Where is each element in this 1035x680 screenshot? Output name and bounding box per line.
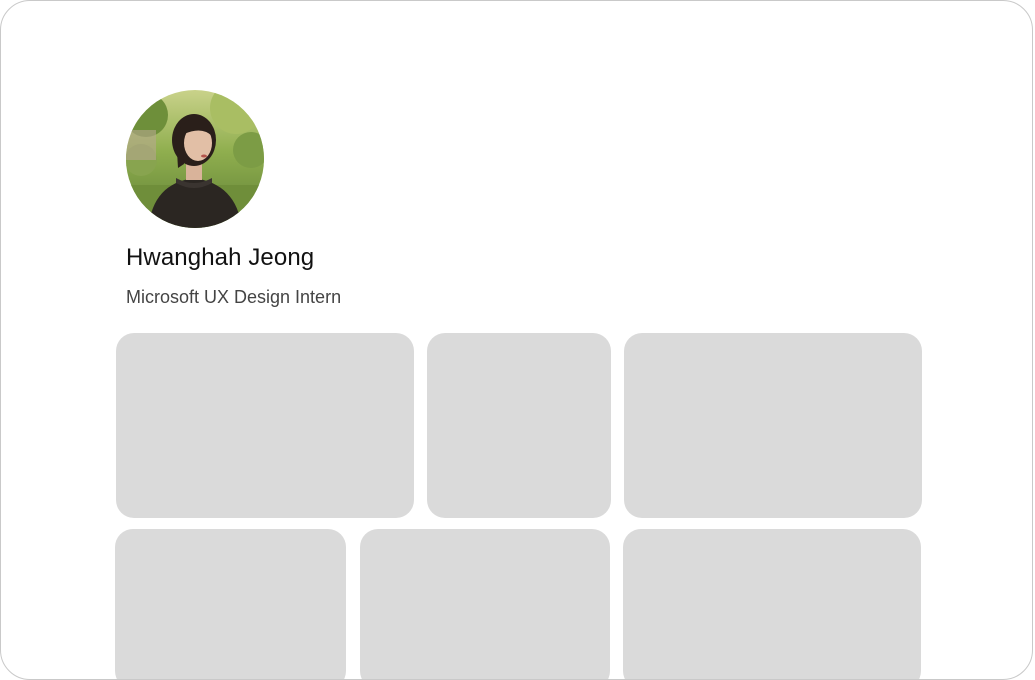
project-card[interactable] xyxy=(360,529,610,679)
avatar[interactable] xyxy=(126,90,264,228)
project-card[interactable] xyxy=(623,529,921,679)
project-card[interactable] xyxy=(624,333,922,518)
project-card[interactable] xyxy=(427,333,611,518)
portfolio-window: Hwanghah Jeong Microsoft UX Design Inter… xyxy=(0,0,1033,680)
project-card[interactable] xyxy=(115,529,346,679)
project-card[interactable] xyxy=(116,333,414,518)
profile-title: Microsoft UX Design Intern xyxy=(126,287,342,307)
avatar-photo xyxy=(126,90,264,228)
profile-name: Hwanghah Jeong xyxy=(126,244,315,271)
